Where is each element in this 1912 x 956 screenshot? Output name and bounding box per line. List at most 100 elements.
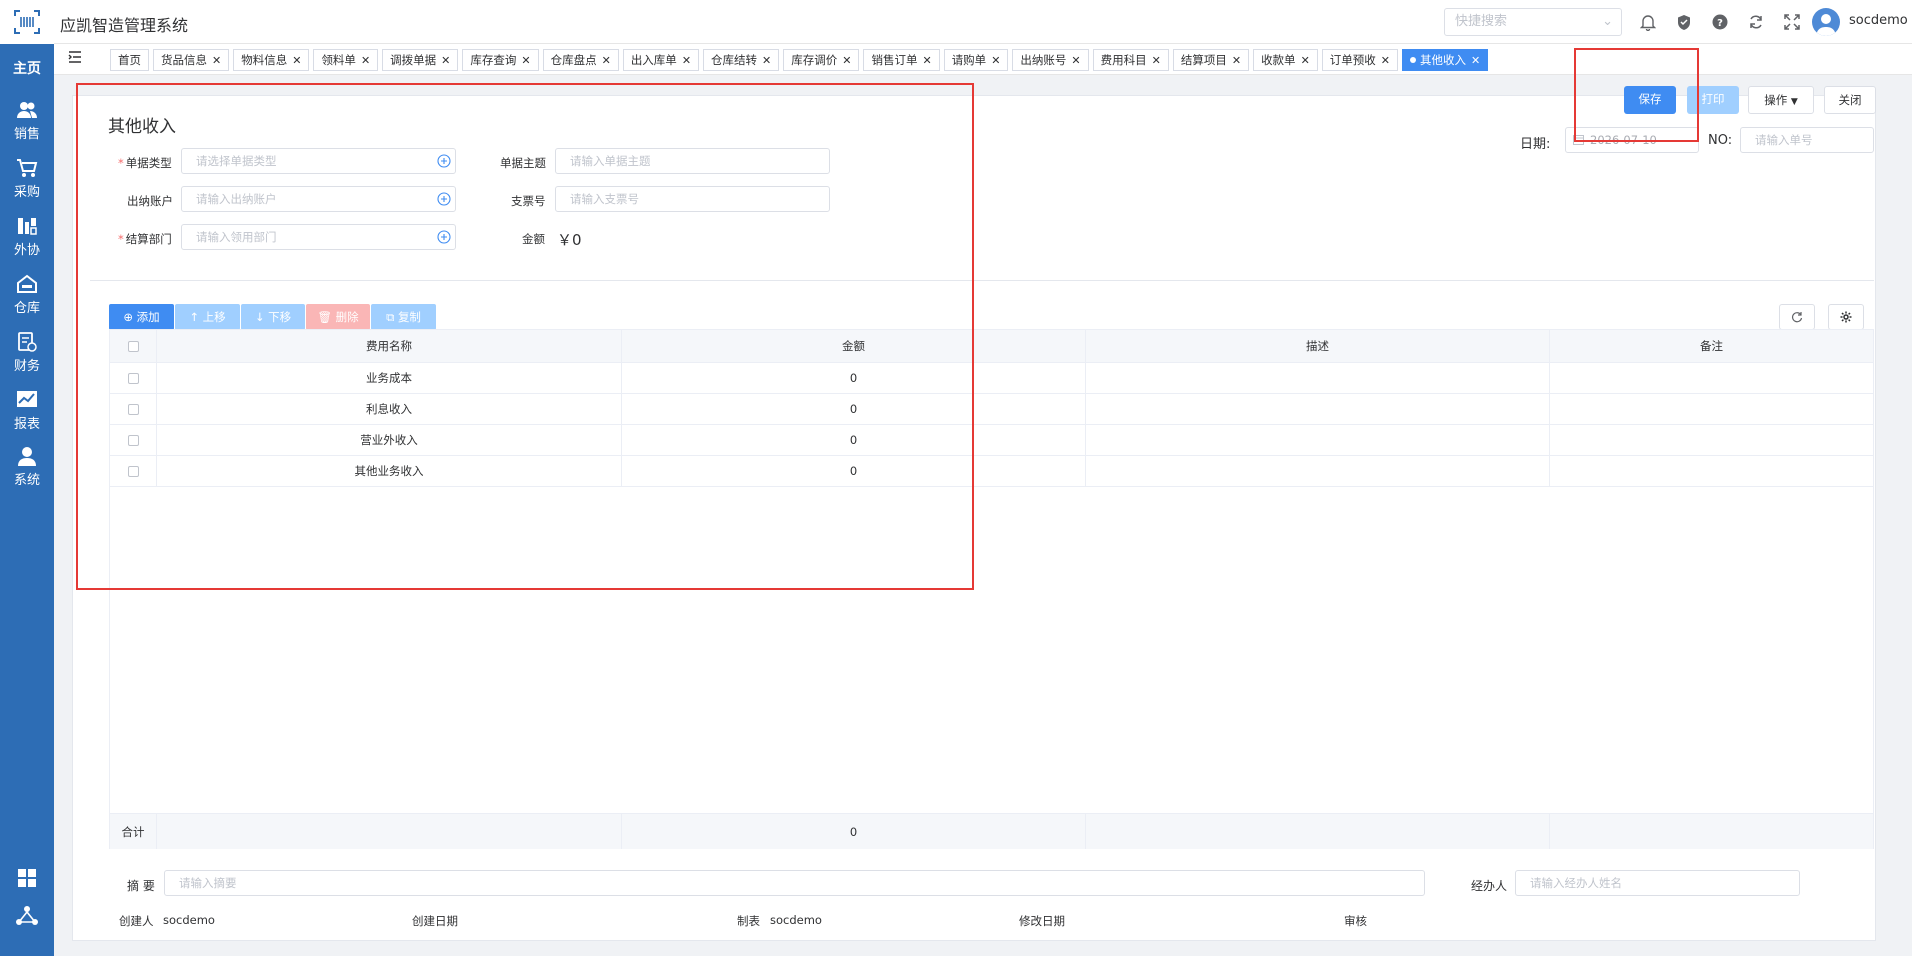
avatar[interactable]: [1812, 8, 1840, 36]
cell-desc[interactable]: [1086, 425, 1550, 455]
cell-note[interactable]: [1550, 394, 1873, 424]
tab-item[interactable]: 出纳账号 ✕: [1012, 49, 1089, 71]
tab-item[interactable]: 仓库结转 ✕: [703, 49, 780, 71]
close-icon[interactable]: ✕: [1381, 54, 1390, 67]
menu-toggle-icon[interactable]: [68, 50, 82, 67]
cell-name[interactable]: 业务成本: [157, 363, 622, 393]
tab-item[interactable]: 订单预收 ✕: [1321, 49, 1398, 71]
row-checkbox[interactable]: [127, 434, 139, 446]
sidebar-item-purchase[interactable]: 采购: [0, 158, 54, 200]
tab-item[interactable]: 调拨单据 ✕: [382, 49, 459, 71]
save-button[interactable]: 保存: [1624, 86, 1676, 114]
order-no-input[interactable]: 请输入单号: [1740, 127, 1874, 153]
row-select-cell[interactable]: [110, 425, 157, 455]
tab-item[interactable]: 其他收入 ✕: [1402, 49, 1489, 71]
close-icon[interactable]: ✕: [922, 54, 931, 67]
row-checkbox[interactable]: [127, 372, 139, 384]
refresh-table-button[interactable]: [1779, 304, 1815, 330]
cell-note[interactable]: [1550, 363, 1873, 393]
cheque-input[interactable]: 请输入支票号: [555, 186, 830, 212]
cell-desc[interactable]: [1086, 394, 1550, 424]
close-icon[interactable]: ✕: [441, 54, 450, 67]
header-name[interactable]: 费用名称: [157, 330, 622, 362]
cell-amount[interactable]: 0: [622, 425, 1086, 455]
select-all-checkbox[interactable]: [127, 340, 139, 352]
cell-name[interactable]: 利息收入: [157, 394, 622, 424]
handler-input[interactable]: 请输入经办人姓名: [1515, 870, 1800, 896]
cell-desc[interactable]: [1086, 363, 1550, 393]
network-icon[interactable]: [0, 904, 54, 931]
cell-name[interactable]: 营业外收入: [157, 425, 622, 455]
doc-type-select[interactable]: 请选择单据类型: [181, 148, 456, 174]
apps-grid-icon[interactable]: [0, 868, 54, 891]
row-checkbox[interactable]: [127, 403, 139, 415]
table-row[interactable]: 营业外收入 0: [110, 425, 1873, 456]
cell-amount[interactable]: 0: [622, 394, 1086, 424]
app-logo[interactable]: [0, 0, 54, 44]
delete-row-button[interactable]: 🗑 删除: [306, 304, 370, 330]
sidebar-item-finance[interactable]: 财务: [0, 332, 54, 374]
tab-item[interactable]: 销售订单 ✕: [863, 49, 940, 71]
refresh-icon[interactable]: [1747, 13, 1765, 31]
close-icon[interactable]: ✕: [521, 54, 530, 67]
close-icon[interactable]: ✕: [1301, 54, 1310, 67]
cell-amount[interactable]: 0: [622, 456, 1086, 486]
tab-item[interactable]: 货品信息 ✕: [153, 49, 230, 71]
bell-icon[interactable]: [1639, 13, 1657, 31]
close-icon[interactable]: ✕: [1071, 54, 1080, 67]
operations-dropdown[interactable]: 操作 ▼: [1748, 86, 1814, 114]
tab-item[interactable]: 库存查询 ✕: [462, 49, 539, 71]
close-icon[interactable]: ✕: [602, 54, 611, 67]
shield-icon[interactable]: [1675, 13, 1693, 31]
row-select-cell[interactable]: [110, 394, 157, 424]
help-icon[interactable]: ?: [1711, 13, 1729, 31]
dept-input[interactable]: 请输入领用部门: [181, 224, 456, 250]
move-down-button[interactable]: ↓ 下移: [241, 304, 305, 330]
sidebar-item-sales[interactable]: 销售: [0, 100, 54, 142]
print-button[interactable]: 打印: [1687, 86, 1739, 114]
add-row-button[interactable]: ⊕ 添加: [109, 304, 174, 330]
sidebar-item-reports[interactable]: 报表: [0, 390, 54, 432]
close-icon[interactable]: ✕: [361, 54, 370, 67]
date-picker[interactable]: 2026-07-10: [1565, 127, 1699, 153]
table-row[interactable]: 业务成本 0: [110, 363, 1873, 394]
header-desc[interactable]: 描述: [1086, 330, 1550, 362]
tab-item[interactable]: 请购单 ✕: [943, 49, 1009, 71]
summary-input[interactable]: 请输入摘要: [164, 870, 1425, 896]
close-icon[interactable]: ✕: [292, 54, 301, 67]
tab-item[interactable]: 结算项目 ✕: [1172, 49, 1250, 71]
tab-item[interactable]: 出入库单 ✕: [622, 49, 700, 71]
header-note[interactable]: 备注: [1550, 330, 1873, 362]
copy-row-button[interactable]: ⧉ 复制: [371, 304, 436, 330]
tab-item[interactable]: 仓库盘点 ✕: [542, 49, 619, 71]
table-settings-button[interactable]: [1828, 304, 1864, 330]
table-row[interactable]: 利息收入 0: [110, 394, 1873, 425]
row-checkbox[interactable]: [127, 465, 139, 477]
cell-name[interactable]: 其他业务收入: [157, 456, 622, 486]
tab-item[interactable]: 领料单 ✕: [313, 49, 379, 71]
sidebar-item-outsource[interactable]: 外协: [0, 216, 54, 258]
close-icon[interactable]: ✕: [991, 54, 1000, 67]
username[interactable]: socdemo: [1849, 13, 1908, 28]
tab-item[interactable]: 库存调价 ✕: [783, 49, 860, 71]
table-row[interactable]: 其他业务收入 0: [110, 456, 1873, 487]
row-select-cell[interactable]: [110, 456, 157, 486]
tab-item[interactable]: 费用科目 ✕: [1092, 49, 1169, 71]
sidebar-item-warehouse[interactable]: 仓库: [0, 274, 54, 316]
sidebar-item-home[interactable]: 主页: [0, 58, 54, 78]
sidebar-item-system[interactable]: 系统: [0, 446, 54, 488]
close-icon[interactable]: ✕: [842, 54, 851, 67]
account-input[interactable]: 请输入出纳账户: [181, 186, 456, 212]
quick-search-select[interactable]: 快捷搜索 ⌄: [1444, 8, 1622, 36]
tab-item[interactable]: 收款单 ✕: [1253, 49, 1318, 71]
tab-item[interactable]: 首页: [110, 49, 149, 71]
cell-note[interactable]: [1550, 425, 1873, 455]
select-all-cell[interactable]: [110, 330, 157, 362]
subject-input[interactable]: 请输入单据主题: [555, 148, 830, 174]
close-icon[interactable]: ✕: [212, 54, 221, 67]
fullscreen-icon[interactable]: [1783, 13, 1801, 31]
cell-desc[interactable]: [1086, 456, 1550, 486]
close-icon[interactable]: ✕: [1152, 54, 1161, 67]
close-icon[interactable]: ✕: [1471, 54, 1480, 67]
move-up-button[interactable]: ↑ 上移: [175, 304, 240, 330]
